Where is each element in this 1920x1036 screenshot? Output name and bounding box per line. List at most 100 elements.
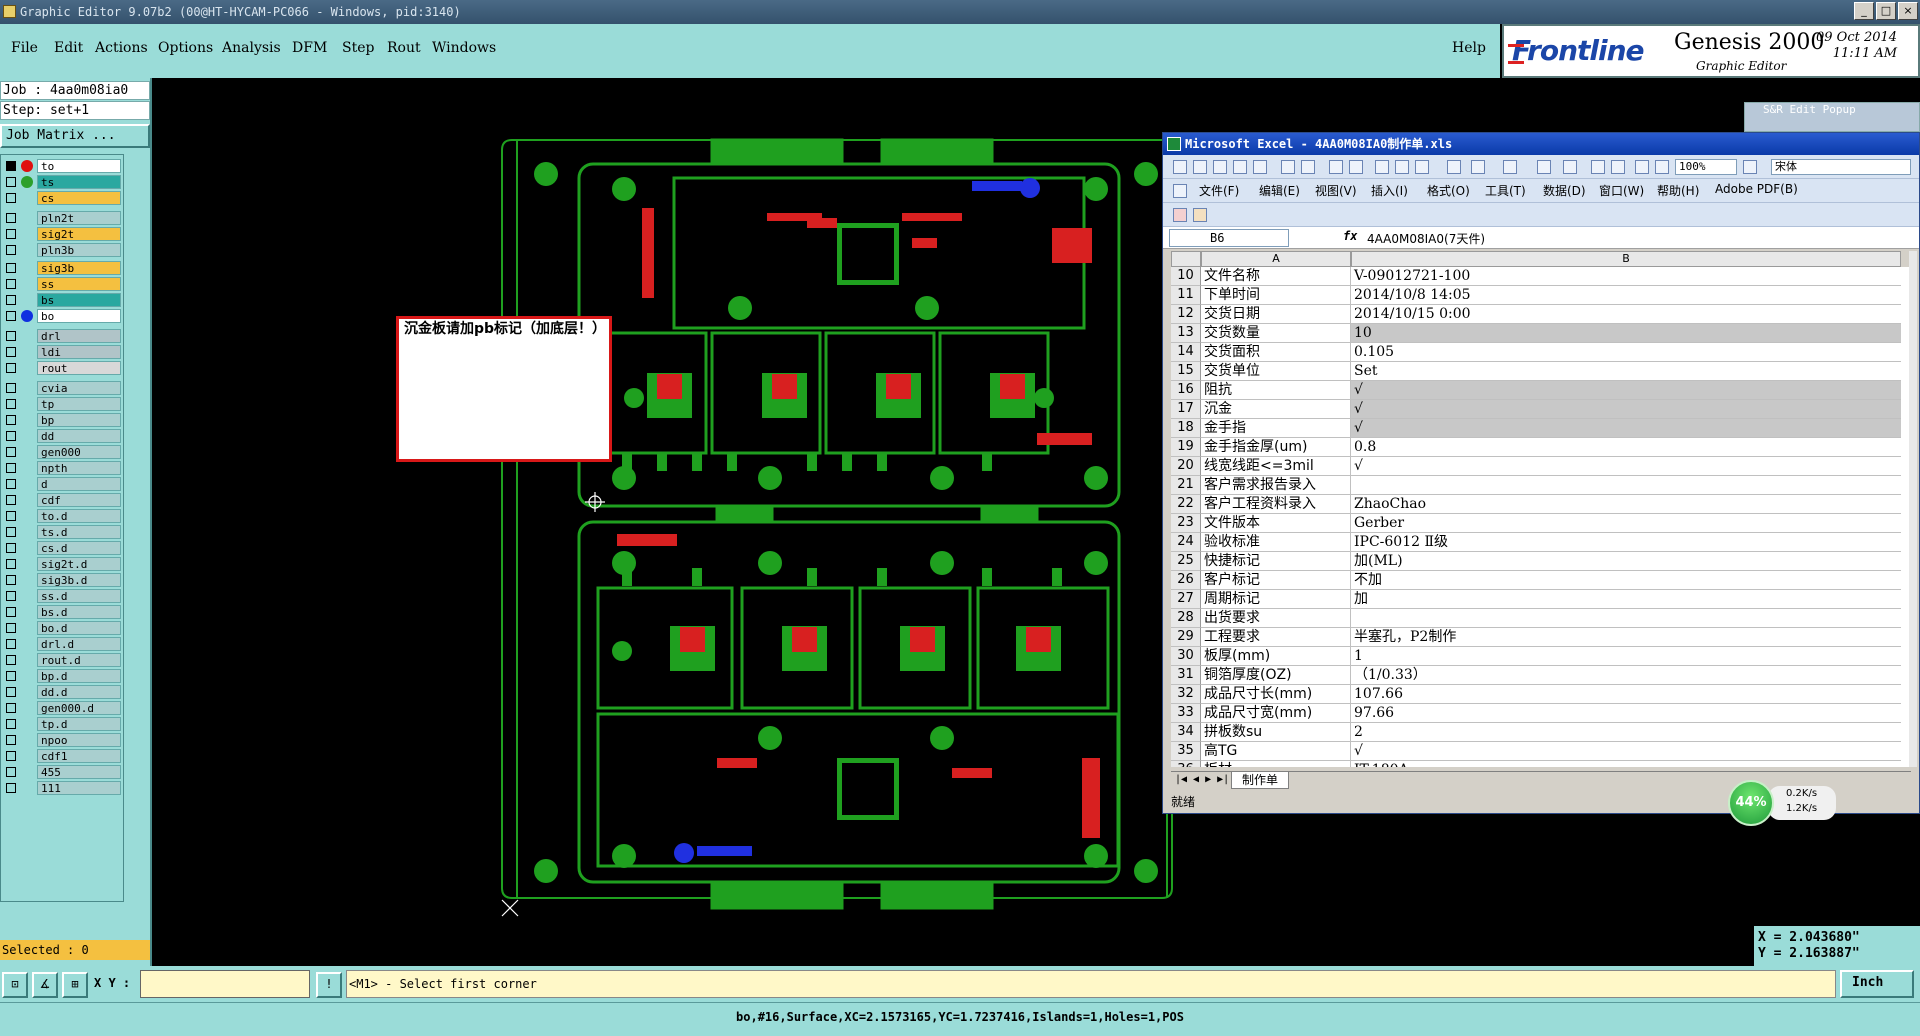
- layer-row-rout-d[interactable]: rout.d: [3, 653, 121, 667]
- zoom-select[interactable]: 100%: [1675, 159, 1737, 175]
- layer-checkbox[interactable]: [6, 591, 16, 601]
- row-header[interactable]: 17: [1171, 400, 1201, 419]
- cell-a[interactable]: 交货单位: [1201, 362, 1351, 381]
- menu-step[interactable]: Step: [342, 40, 374, 56]
- layer-checkbox[interactable]: [6, 559, 16, 569]
- row-header[interactable]: 31: [1171, 666, 1201, 685]
- column-header-a[interactable]: A: [1201, 251, 1351, 267]
- font-select[interactable]: 宋体: [1771, 159, 1911, 175]
- layer-row-cs-d[interactable]: cs.d: [3, 541, 121, 555]
- row-header[interactable]: 20: [1171, 457, 1201, 476]
- cell-b[interactable]: （1/0.33）: [1351, 666, 1901, 685]
- row-header[interactable]: 13: [1171, 324, 1201, 343]
- layer-row-bo-d[interactable]: bo.d: [3, 621, 121, 635]
- grid-icon[interactable]: ⊞: [62, 972, 88, 998]
- layer-row-ts[interactable]: ts: [3, 175, 121, 189]
- layer-checkbox[interactable]: [6, 495, 16, 505]
- layer-name[interactable]: ss: [37, 277, 121, 291]
- undo-icon[interactable]: [1471, 160, 1485, 174]
- cell-b[interactable]: [1351, 476, 1901, 495]
- layer-name[interactable]: bs.d: [37, 605, 121, 619]
- layer-name[interactable]: bp.d: [37, 669, 121, 683]
- menu-options[interactable]: Options: [158, 40, 213, 56]
- unit-button[interactable]: Inch: [1840, 970, 1914, 998]
- cell-b[interactable]: IPC-6012 Ⅱ级: [1351, 533, 1901, 552]
- layer-name[interactable]: ss.d: [37, 589, 121, 603]
- cell-a[interactable]: 铜箔厚度(OZ): [1201, 666, 1351, 685]
- hyperlink-icon[interactable]: [1537, 160, 1551, 174]
- layer-row-cvia[interactable]: cvia: [3, 381, 121, 395]
- layer-checkbox[interactable]: [6, 415, 16, 425]
- xl-menu-format[interactable]: 格式(O): [1427, 182, 1470, 199]
- layer-name[interactable]: sig3b: [37, 261, 121, 275]
- layer-name[interactable]: bo: [37, 309, 121, 323]
- layer-name[interactable]: sig2t.d: [37, 557, 121, 571]
- cell-a[interactable]: 交货面积: [1201, 343, 1351, 362]
- cell-b[interactable]: IT-180A: [1351, 761, 1901, 767]
- cell-a[interactable]: 客户需求报告录入: [1201, 476, 1351, 495]
- layer-name[interactable]: rout.d: [37, 653, 121, 667]
- layer-checkbox[interactable]: [6, 783, 16, 793]
- autosum-icon[interactable]: [1563, 160, 1577, 174]
- layer-row-ss[interactable]: ss: [3, 277, 121, 291]
- cell-a[interactable]: 成品尺寸宽(mm): [1201, 704, 1351, 723]
- row-header[interactable]: 30: [1171, 647, 1201, 666]
- layer-row-rout[interactable]: rout: [3, 361, 121, 375]
- layer-name[interactable]: cdf1: [37, 749, 121, 763]
- layer-row-bo[interactable]: bo: [3, 309, 121, 323]
- row-header[interactable]: 34: [1171, 723, 1201, 742]
- layer-checkbox[interactable]: [6, 735, 16, 745]
- cell-b[interactable]: 2: [1351, 723, 1901, 742]
- row-header[interactable]: 26: [1171, 571, 1201, 590]
- layer-checkbox[interactable]: [6, 703, 16, 713]
- chart-wizard-icon[interactable]: [1635, 160, 1649, 174]
- cell-a[interactable]: 板厚(mm): [1201, 647, 1351, 666]
- layer-color-dot-icon[interactable]: [21, 160, 33, 172]
- xl-menu-file[interactable]: 文件(F): [1199, 182, 1239, 199]
- layer-row-sig3b-d[interactable]: sig3b.d: [3, 573, 121, 587]
- layer-checkbox[interactable]: [6, 511, 16, 521]
- layer-row-cs[interactable]: cs: [3, 191, 121, 205]
- xl-menu-edit[interactable]: 编辑(E): [1259, 182, 1300, 199]
- column-header-b[interactable]: B: [1351, 251, 1901, 267]
- cell-a[interactable]: 拼板数su: [1201, 723, 1351, 742]
- layer-row-sig2t-d[interactable]: sig2t.d: [3, 557, 121, 571]
- row-header[interactable]: 19: [1171, 438, 1201, 457]
- cell-b[interactable]: √: [1351, 419, 1901, 438]
- row-header[interactable]: 24: [1171, 533, 1201, 552]
- layer-checkbox[interactable]: [6, 527, 16, 537]
- row-header[interactable]: 11: [1171, 286, 1201, 305]
- layer-row-cdf1[interactable]: cdf1: [3, 749, 121, 763]
- formula-input[interactable]: 4AA0M08IA0(7天件): [1367, 230, 1485, 247]
- copy-icon[interactable]: [1395, 160, 1409, 174]
- layer-name[interactable]: pln2t: [37, 211, 121, 225]
- row-header[interactable]: 28: [1171, 609, 1201, 628]
- row-header[interactable]: 14: [1171, 343, 1201, 362]
- open-icon[interactable]: [1193, 160, 1207, 174]
- spelling-icon[interactable]: [1329, 160, 1343, 174]
- new-icon[interactable]: [1173, 160, 1187, 174]
- layer-checkbox[interactable]: [6, 245, 16, 255]
- cell-b[interactable]: Set: [1351, 362, 1901, 381]
- sort-descending-icon[interactable]: [1611, 160, 1625, 174]
- layer-row-drl-d[interactable]: drl.d: [3, 637, 121, 651]
- cell-a[interactable]: 高TG: [1201, 742, 1351, 761]
- layer-name[interactable]: dd: [37, 429, 121, 443]
- layer-name[interactable]: bp: [37, 413, 121, 427]
- menu-dfm[interactable]: DFM: [292, 40, 327, 56]
- layer-row-bs-d[interactable]: bs.d: [3, 605, 121, 619]
- menu-windows[interactable]: Windows: [432, 40, 496, 56]
- menu-analysis[interactable]: Analysis: [222, 40, 281, 56]
- cell-a[interactable]: 交货数量: [1201, 324, 1351, 343]
- layer-checkbox[interactable]: [6, 229, 16, 239]
- layer-name[interactable]: to.d: [37, 509, 121, 523]
- layer-name[interactable]: cvia: [37, 381, 121, 395]
- menu-help[interactable]: Help: [1452, 40, 1486, 56]
- layer-checkbox[interactable]: [6, 263, 16, 273]
- print-icon[interactable]: [1281, 160, 1295, 174]
- pdf-convert-icon[interactable]: [1173, 208, 1187, 222]
- cell-b[interactable]: 0.8: [1351, 438, 1901, 457]
- layer-checkbox[interactable]: [6, 463, 16, 473]
- layer-name[interactable]: d: [37, 477, 121, 491]
- pdf-email-icon[interactable]: [1193, 208, 1207, 222]
